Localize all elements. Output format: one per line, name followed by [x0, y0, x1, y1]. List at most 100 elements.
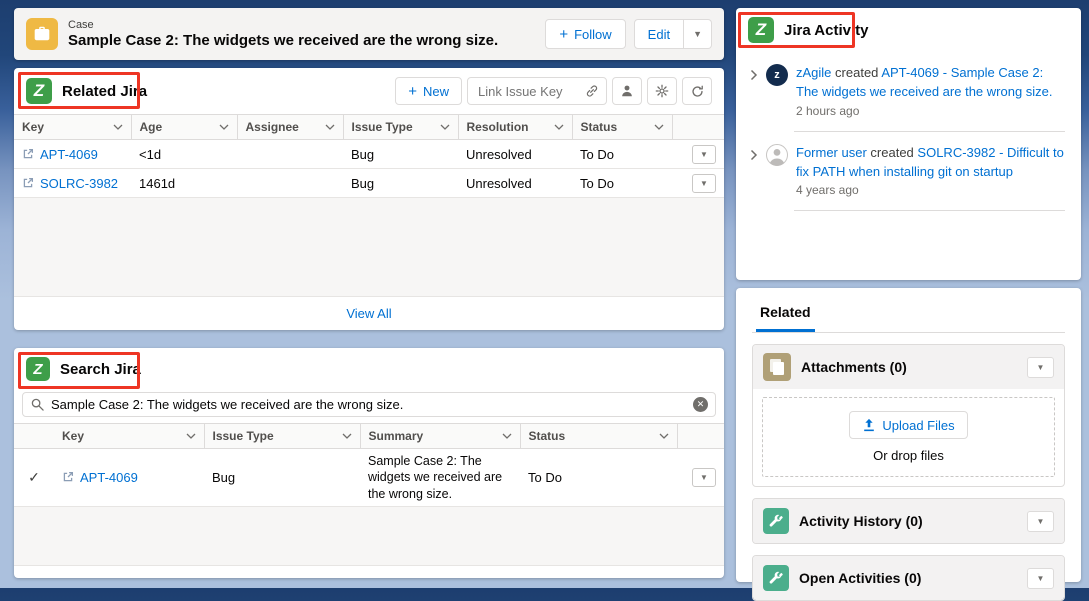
caret-down-icon: ▼: [1037, 574, 1045, 583]
resolution-cell: Unresolved: [458, 169, 572, 198]
upload-files-button[interactable]: Upload Files: [849, 411, 967, 439]
edit-button[interactable]: Edit: [634, 19, 684, 49]
assignee-cell: [237, 140, 343, 169]
caret-down-icon: ▼: [1037, 363, 1045, 372]
divider: [794, 131, 1065, 132]
collapse-button[interactable]: ▼: [1027, 511, 1054, 532]
column-header-summary[interactable]: Summary: [360, 424, 520, 449]
gear-icon: [655, 84, 669, 98]
case-header-card: Case Sample Case 2: The widgets we recei…: [14, 8, 724, 60]
assignee-cell: [237, 169, 343, 198]
resolution-cell: Unresolved: [458, 140, 572, 169]
panel-bottom-spacer: [14, 566, 724, 578]
refresh-icon: [691, 85, 704, 98]
column-header-key[interactable]: Key: [54, 424, 204, 449]
view-all-link[interactable]: View All: [346, 306, 391, 321]
chevron-down-icon: [554, 124, 564, 130]
expand-button[interactable]: [750, 148, 758, 166]
issue-link[interactable]: APT-4069: [40, 147, 98, 162]
table-row: APT-4069 <1d Bug Unresolved To Do ▼: [14, 140, 724, 169]
avatar: [766, 144, 788, 166]
wrench-icon: [769, 571, 783, 585]
empty-table-area: [14, 507, 724, 566]
plus-icon: +: [559, 26, 568, 43]
attachments-header: Attachments (0) ▼: [753, 345, 1064, 389]
caret-down-icon: ▼: [1037, 517, 1045, 526]
column-header-resolution[interactable]: Resolution: [458, 115, 572, 140]
open-activities-card: Open Activities (0) ▼: [752, 555, 1065, 601]
row-actions-button[interactable]: ▼: [692, 145, 716, 164]
assign-user-button[interactable]: [612, 77, 642, 105]
column-header-key[interactable]: Key: [14, 115, 131, 140]
related-panel: Related Attachments (0) ▼ Upload Files O…: [736, 288, 1081, 582]
briefcase-icon: [33, 25, 51, 43]
actor-link[interactable]: Former user: [796, 145, 867, 160]
activity-item: Former user created SOLRC-3982 - Difficu…: [736, 144, 1081, 198]
related-jira-panel: Z Related Jira +New Key Age Assi: [14, 68, 724, 330]
more-actions-button[interactable]: ▼: [684, 19, 712, 49]
external-link-icon: [22, 177, 34, 189]
row-actions-button[interactable]: ▼: [692, 468, 716, 487]
issue-link[interactable]: APT-4069: [80, 470, 138, 485]
zagile-icon: Z: [26, 357, 50, 381]
attachments-icon: [763, 353, 791, 381]
chevron-down-icon: [654, 124, 664, 130]
chevron-down-icon: [113, 124, 123, 130]
status-cell: To Do: [520, 449, 677, 507]
follow-button[interactable]: +Follow: [545, 19, 625, 49]
search-input-wrap: ✕: [22, 392, 716, 417]
clear-search-button[interactable]: ✕: [693, 397, 708, 412]
chevron-down-icon: [502, 433, 512, 439]
timestamp: 4 years ago: [796, 183, 1067, 197]
column-header-assignee[interactable]: Assignee: [237, 115, 343, 140]
settings-button[interactable]: [647, 77, 677, 105]
chevron-down-icon: [440, 124, 450, 130]
caret-down-icon: ▼: [693, 29, 702, 39]
tab-related[interactable]: Related: [756, 300, 815, 332]
user-icon: [620, 84, 634, 98]
actor-link[interactable]: zAgile: [796, 65, 831, 80]
selected-check-icon[interactable]: ✓: [28, 469, 40, 485]
collapse-button[interactable]: ▼: [1027, 568, 1054, 589]
column-header-select: [14, 424, 54, 449]
search-jira-header-row: Key Issue Type Summary Status: [14, 424, 724, 449]
case-icon: [26, 18, 58, 50]
new-issue-button[interactable]: +New: [395, 77, 462, 105]
page-title: Sample Case 2: The widgets we received a…: [68, 32, 498, 49]
search-jira-header: Z Search Jira: [14, 348, 724, 390]
refresh-button[interactable]: [682, 77, 712, 105]
column-header-age[interactable]: Age: [131, 115, 237, 140]
activity-item: z zAgile created APT-4069 - Sample Case …: [736, 64, 1081, 118]
person-icon: [766, 144, 788, 166]
chevron-down-icon: [659, 433, 669, 439]
issue-link[interactable]: SOLRC-3982: [40, 176, 118, 191]
action-text: created: [835, 65, 878, 80]
column-header-issue-type[interactable]: Issue Type: [204, 424, 360, 449]
chevron-down-icon: [219, 124, 229, 130]
related-jira-title: Related Jira: [62, 83, 147, 100]
expand-button[interactable]: [750, 68, 758, 86]
open-activities-icon: [763, 565, 789, 591]
zagile-icon: Z: [26, 78, 52, 104]
close-icon: ✕: [697, 399, 705, 410]
column-header-status[interactable]: Status: [572, 115, 672, 140]
collapse-button[interactable]: ▼: [1027, 357, 1054, 378]
chevron-right-icon: [750, 149, 758, 161]
file-dropzone[interactable]: Upload Files Or drop files: [762, 397, 1055, 477]
related-jira-controls: +New: [395, 77, 712, 105]
activity-history-icon: [763, 508, 789, 534]
chevron-right-icon: [750, 69, 758, 81]
row-actions-button[interactable]: ▼: [692, 174, 716, 193]
search-jira-table: Key Issue Type Summary Status ✓ APT-4069…: [14, 423, 724, 507]
issue-type-cell: Bug: [343, 140, 458, 169]
divider: [794, 210, 1065, 211]
status-cell: To Do: [572, 169, 672, 198]
column-header-issue-type[interactable]: Issue Type: [343, 115, 458, 140]
search-input[interactable]: [22, 392, 716, 417]
open-activities-header: Open Activities (0) ▼: [753, 556, 1064, 600]
attachments-card: Attachments (0) ▼ Upload Files Or drop f…: [752, 344, 1065, 487]
column-header-status[interactable]: Status: [520, 424, 677, 449]
search-icon: [31, 398, 44, 411]
issue-type-cell: Bug: [204, 449, 360, 507]
caret-down-icon: ▼: [700, 473, 708, 482]
